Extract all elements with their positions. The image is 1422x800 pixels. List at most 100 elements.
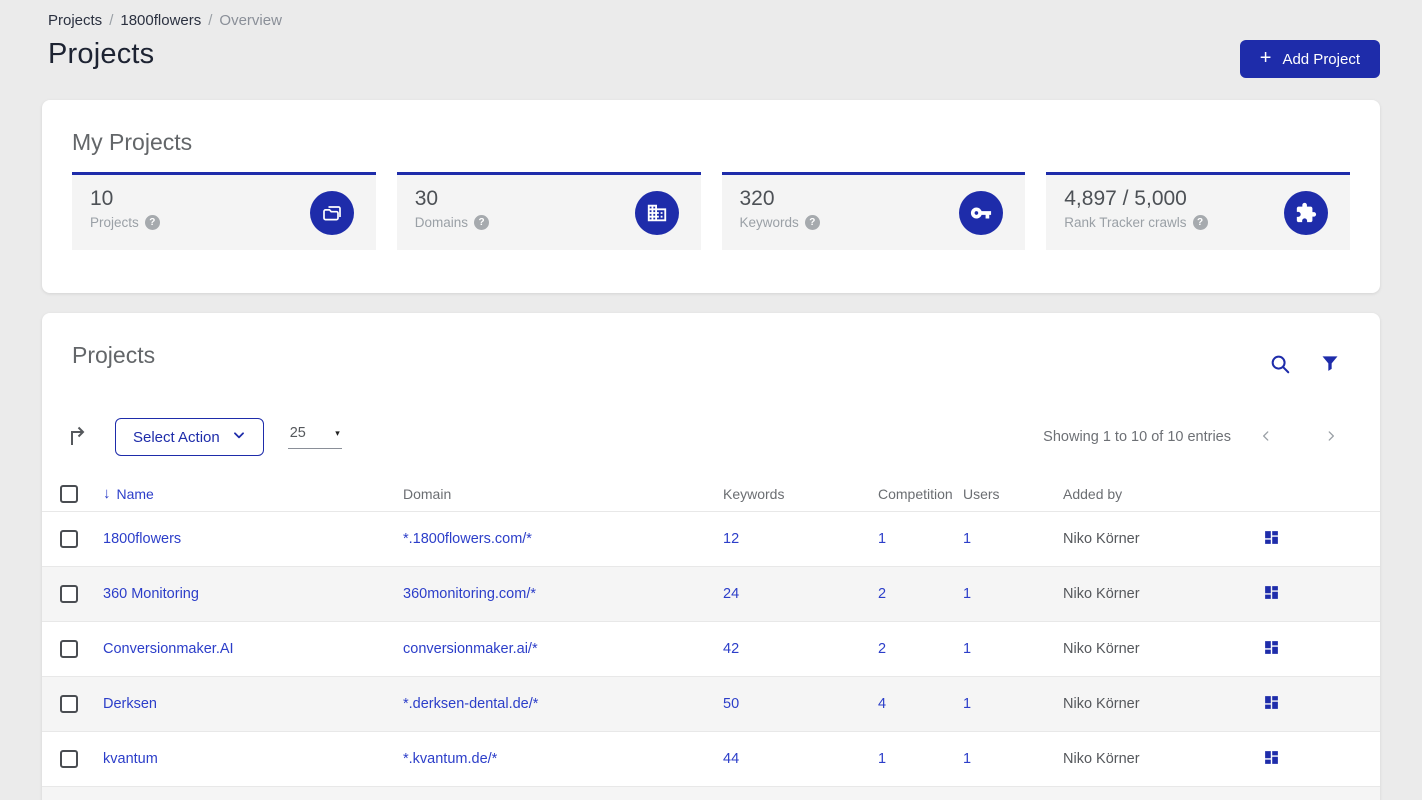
- project-competition-link[interactable]: 2: [878, 586, 886, 602]
- breadcrumb-projects[interactable]: Projects: [48, 12, 102, 29]
- project-users-link[interactable]: 1: [963, 586, 971, 602]
- project-name-link[interactable]: kvantum: [103, 751, 158, 767]
- project-dashboard-button[interactable]: [1263, 749, 1280, 769]
- project-name-link[interactable]: 360 Monitoring: [103, 586, 199, 602]
- row-checkbox[interactable]: [60, 585, 78, 603]
- help-icon[interactable]: ?: [804, 215, 820, 230]
- search-icon: [1269, 353, 1291, 378]
- stat-label: Projects: [90, 215, 139, 230]
- column-header-name[interactable]: ↓ Name: [103, 485, 403, 502]
- add-project-label: Add Project: [1282, 50, 1360, 68]
- my-projects-card: My Projects 10 Projects ? 30 Domains ? 3…: [42, 100, 1380, 293]
- dashboard-grid-icon: [1263, 529, 1280, 549]
- help-icon[interactable]: ?: [474, 215, 490, 230]
- project-name-link[interactable]: Derksen: [103, 696, 157, 712]
- added-by-value: Niko Körner: [1063, 586, 1140, 602]
- domains-building-icon: [634, 190, 679, 235]
- page-size-value: 25: [289, 425, 306, 441]
- projects-table: ↓ Name Domain Keywords Competition Users…: [42, 476, 1380, 800]
- table-row: Derksen *.derksen-dental.de/* 50 4 1 Nik…: [42, 676, 1380, 731]
- export-button[interactable]: [66, 424, 90, 451]
- project-competition-link[interactable]: 4: [878, 696, 886, 712]
- projects-folders-icon: [309, 190, 354, 235]
- rank-tracker-puzzle-icon: [1284, 190, 1328, 235]
- chevron-down-icon: [232, 428, 246, 446]
- table-row: kvantum *.kvantum.de/* 44 1 1 Niko Körne…: [42, 731, 1380, 786]
- project-domain-link[interactable]: *.1800flowers.com/*: [403, 531, 532, 547]
- stat-tile-domains: 30 Domains ?: [396, 172, 701, 250]
- select-action-label: Select Action: [133, 428, 220, 446]
- table-row: Conversionmaker.AI conversionmaker.ai/* …: [42, 621, 1380, 676]
- chevron-left-icon: [1259, 428, 1273, 447]
- project-users-link[interactable]: 1: [963, 751, 971, 767]
- row-checkbox[interactable]: [60, 750, 78, 768]
- table-body: 1800flowers *.1800flowers.com/* 12 1 1 N…: [42, 511, 1380, 800]
- next-page-button[interactable]: [1312, 422, 1350, 453]
- chevron-right-icon: [1324, 428, 1338, 447]
- page-title: Projects: [48, 38, 155, 70]
- project-users-link[interactable]: 1: [963, 696, 971, 712]
- select-all-checkbox[interactable]: [60, 484, 78, 503]
- project-dashboard-button[interactable]: [1263, 584, 1280, 604]
- project-competition-link[interactable]: 1: [878, 751, 886, 767]
- stat-label: Domains: [414, 215, 469, 230]
- project-keywords-link[interactable]: 24: [723, 586, 739, 602]
- stat-tile-keywords: 320 Keywords ?: [721, 172, 1026, 250]
- pagination: [1247, 422, 1350, 453]
- dashboard-grid-icon: [1263, 694, 1280, 714]
- project-users-link[interactable]: 1: [963, 641, 971, 657]
- dashboard-grid-icon: [1263, 749, 1280, 769]
- showing-entries-text: Showing 1 to 10 of 10 entries: [1043, 429, 1231, 445]
- project-keywords-link[interactable]: 12: [723, 531, 739, 547]
- project-keywords-link[interactable]: 42: [723, 641, 739, 657]
- project-dashboard-button[interactable]: [1263, 694, 1280, 714]
- column-header-keywords[interactable]: Keywords: [723, 486, 878, 502]
- previous-page-button[interactable]: [1247, 422, 1285, 453]
- row-checkbox[interactable]: [60, 695, 78, 713]
- my-projects-title: My Projects: [72, 129, 193, 155]
- plus-icon: +: [1259, 47, 1272, 69]
- sort-descending-icon: ↓: [103, 485, 111, 502]
- column-header-competition[interactable]: Competition: [878, 486, 963, 502]
- column-header-domain[interactable]: Domain: [403, 486, 723, 502]
- filter-icon: [1320, 353, 1340, 378]
- project-users-link[interactable]: 1: [963, 531, 971, 547]
- help-icon[interactable]: ?: [144, 215, 160, 230]
- project-dashboard-button[interactable]: [1263, 639, 1280, 659]
- page-size-select[interactable]: 25 ▾: [287, 425, 342, 449]
- project-domain-link[interactable]: *.derksen-dental.de/*: [403, 696, 538, 712]
- table-row: 1800flowers *.1800flowers.com/* 12 1 1 N…: [42, 511, 1380, 566]
- project-competition-link[interactable]: 1: [878, 531, 886, 547]
- column-header-users[interactable]: Users: [963, 486, 1063, 502]
- add-project-button[interactable]: + Add Project: [1239, 40, 1380, 78]
- dashboard-grid-icon: [1263, 584, 1280, 604]
- column-header-added-by[interactable]: Added by: [1063, 486, 1262, 502]
- project-domain-link[interactable]: conversionmaker.ai/*: [403, 641, 538, 657]
- added-by-value: Niko Körner: [1063, 751, 1140, 767]
- breadcrumb-separator: /: [208, 12, 213, 29]
- search-button[interactable]: [1269, 353, 1291, 378]
- table-row: 360 Monitoring 360monitoring.com/* 24 2 …: [42, 566, 1380, 621]
- project-keywords-link[interactable]: 44: [723, 751, 739, 767]
- table-toolbar: Select Action 25 ▾ Showing 1 to 10 of 10…: [66, 417, 1350, 457]
- project-name-link[interactable]: 1800flowers: [103, 531, 181, 547]
- added-by-value: Niko Körner: [1063, 641, 1140, 657]
- breadcrumb: Projects / 1800flowers / Overview: [48, 12, 282, 29]
- help-icon[interactable]: ?: [1192, 215, 1208, 230]
- stat-tile-projects: 10 Projects ?: [72, 172, 376, 250]
- project-dashboard-button[interactable]: [1263, 529, 1280, 549]
- filter-button[interactable]: [1320, 353, 1340, 378]
- project-name-link[interactable]: Conversionmaker.AI: [103, 641, 234, 657]
- row-checkbox[interactable]: [60, 530, 78, 548]
- table-row-partial: [42, 786, 1380, 800]
- project-keywords-link[interactable]: 50: [723, 696, 739, 712]
- stat-label: Keywords: [739, 215, 799, 230]
- select-action-dropdown[interactable]: Select Action: [115, 418, 264, 456]
- breadcrumb-project[interactable]: 1800flowers: [120, 12, 201, 29]
- stat-tile-rank-tracker: 4,897 / 5,000 Rank Tracker crawls ?: [1046, 172, 1350, 250]
- project-domain-link[interactable]: 360monitoring.com/*: [403, 586, 536, 602]
- row-checkbox[interactable]: [60, 640, 78, 658]
- stat-tiles: 10 Projects ? 30 Domains ? 320 Keywords …: [72, 172, 1350, 250]
- project-competition-link[interactable]: 2: [878, 641, 886, 657]
- project-domain-link[interactable]: *.kvantum.de/*: [403, 751, 497, 767]
